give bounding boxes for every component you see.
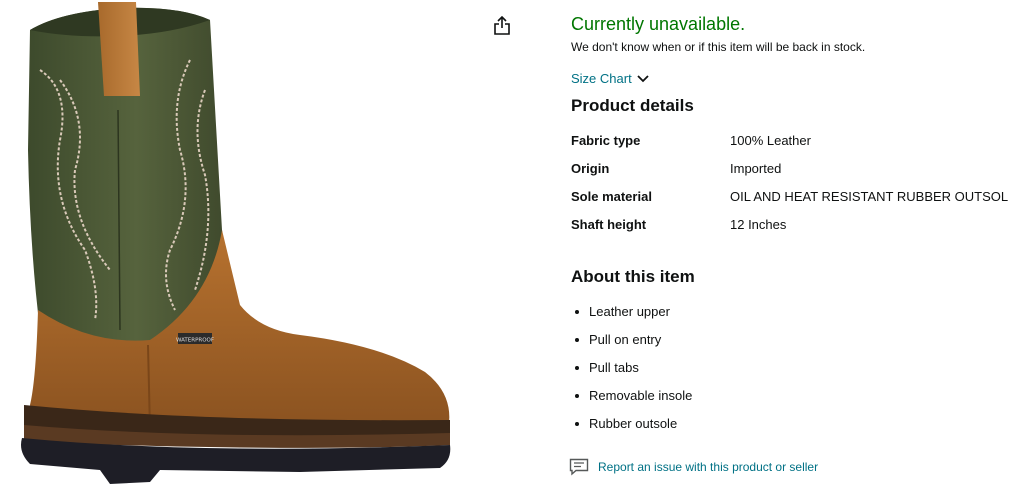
bullet-dot xyxy=(575,366,579,370)
report-issue-label: Report an issue with this product or sel… xyxy=(598,460,819,474)
spec-key: Fabric type xyxy=(571,133,641,148)
size-chart-label: Size Chart xyxy=(571,71,632,86)
spec-row: Shaft height 12 Inches xyxy=(571,217,1003,237)
spec-value: Imported xyxy=(730,161,782,176)
size-chart-link[interactable]: Size Chart xyxy=(571,71,649,86)
bullet-text: Pull on entry xyxy=(589,332,662,347)
feedback-icon xyxy=(569,458,589,476)
spec-value: 100% Leather xyxy=(730,133,811,148)
bullet-text: Leather upper xyxy=(589,304,670,319)
stock-note: We don't know when or if this item will … xyxy=(571,40,866,54)
spec-row: Origin Imported xyxy=(571,161,1003,181)
boot-tag: WATERPROOF xyxy=(176,338,214,344)
bullet-dot xyxy=(575,338,579,342)
list-item: Rubber outsole xyxy=(571,415,692,443)
boot-illustration: WATERPROOF xyxy=(21,2,451,484)
spec-value: OIL AND HEAT RESISTANT RUBBER OUTSOLE xyxy=(730,189,1009,204)
share-button[interactable] xyxy=(488,12,516,40)
spec-row: Fabric type 100% Leather xyxy=(571,133,1003,153)
list-item: Leather upper xyxy=(571,303,692,331)
bullet-text: Rubber outsole xyxy=(589,416,678,431)
product-image[interactable]: WATERPROOF xyxy=(0,0,470,492)
list-item: Removable insole xyxy=(571,387,692,415)
bullet-dot xyxy=(575,394,579,398)
report-issue-link[interactable]: Report an issue with this product or sel… xyxy=(569,458,818,476)
share-icon xyxy=(494,16,510,35)
spec-key: Origin xyxy=(571,161,610,176)
bullet-dot xyxy=(575,422,579,426)
spec-value: 12 Inches xyxy=(730,217,787,232)
list-item: Pull on entry xyxy=(571,331,692,359)
chevron-down-icon xyxy=(637,74,649,82)
bullet-dot xyxy=(575,310,579,314)
bullet-text: Removable insole xyxy=(589,388,693,403)
availability-status: Currently unavailable. xyxy=(571,14,746,34)
about-item-heading: About this item xyxy=(571,267,695,286)
bullet-text: Pull tabs xyxy=(589,360,639,375)
spec-key: Sole material xyxy=(571,189,652,204)
list-item: Pull tabs xyxy=(571,359,692,387)
product-page: WATERPROOF Currently unavailable. We don… xyxy=(0,0,1009,492)
spec-row: Sole material OIL AND HEAT RESISTANT RUB… xyxy=(571,189,1009,209)
spec-key: Shaft height xyxy=(571,217,647,232)
about-bullet-list: Leather upper Pull on entry Pull tabs Re… xyxy=(571,303,692,443)
product-details-heading: Product details xyxy=(571,96,694,115)
